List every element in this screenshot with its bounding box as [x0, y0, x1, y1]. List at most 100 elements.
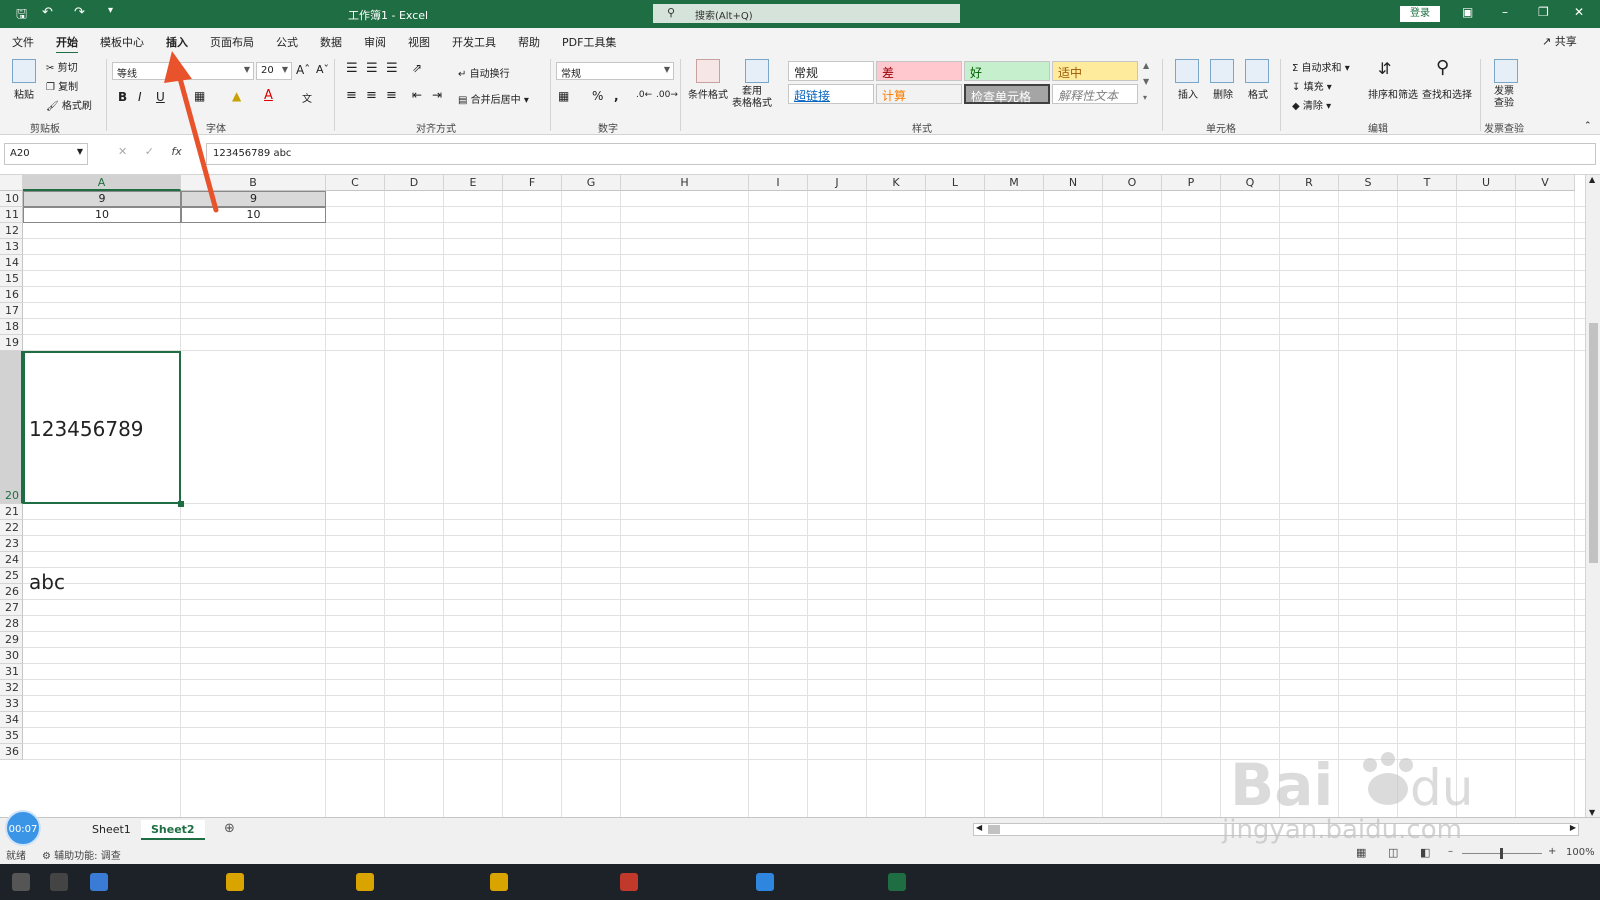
- tab-review[interactable]: 审阅: [364, 34, 386, 50]
- share-button[interactable]: ↗ 共享: [1542, 33, 1577, 49]
- column-header-h[interactable]: H: [621, 175, 749, 191]
- column-header-n[interactable]: N: [1044, 175, 1103, 191]
- minimize-icon[interactable]: –: [1502, 5, 1508, 19]
- column-header-r[interactable]: R: [1280, 175, 1339, 191]
- style-explanatory[interactable]: 解释性文本: [1052, 84, 1138, 104]
- scroll-down-icon[interactable]: ▼: [1143, 77, 1149, 86]
- autosum-button[interactable]: Σ 自动求和 ▾: [1292, 59, 1350, 74]
- column-header-q[interactable]: Q: [1221, 175, 1280, 191]
- folder-icon[interactable]: [490, 873, 508, 891]
- search-box[interactable]: ⚲ 搜索(Alt+Q): [653, 4, 960, 23]
- invoice-check-label[interactable]: 发票 查验: [1494, 86, 1514, 110]
- cancel-icon[interactable]: ✕: [118, 145, 127, 158]
- row-header-33[interactable]: 33: [0, 696, 23, 712]
- merge-center-button[interactable]: ▤ 合并后居中 ▾: [458, 91, 529, 106]
- row-header-30[interactable]: 30: [0, 648, 23, 664]
- row-header-22[interactable]: 22: [0, 520, 23, 536]
- sheet-tab-sheet2[interactable]: Sheet2: [141, 820, 205, 840]
- formula-input[interactable]: 123456789 abc: [206, 143, 1596, 165]
- column-header-l[interactable]: L: [926, 175, 985, 191]
- percent-icon[interactable]: %: [592, 89, 603, 103]
- row-header-12[interactable]: 12: [0, 223, 23, 239]
- align-top-icon[interactable]: ☰: [346, 61, 358, 76]
- tab-home[interactable]: 开始: [56, 34, 78, 54]
- tab-view[interactable]: 视图: [408, 34, 430, 50]
- scroll-down-arrow-icon[interactable]: ▼: [1589, 808, 1595, 817]
- excel-icon[interactable]: [888, 873, 906, 891]
- increase-decimal-icon[interactable]: .0←: [636, 90, 652, 100]
- row-header-36[interactable]: 36: [0, 744, 23, 760]
- sort-filter-icon[interactable]: ⇵: [1378, 59, 1391, 78]
- delete-cells-icon[interactable]: [1210, 59, 1234, 83]
- tab-developer[interactable]: 开发工具: [452, 34, 496, 50]
- folder-icon[interactable]: [226, 873, 244, 891]
- accounting-format-icon[interactable]: ▦: [558, 89, 569, 103]
- row-header-28[interactable]: 28: [0, 616, 23, 632]
- comma-style-icon[interactable]: ,: [614, 89, 619, 103]
- align-center-icon[interactable]: ≡: [366, 88, 377, 103]
- number-format-select[interactable]: 常规 ▼: [556, 62, 674, 80]
- enter-icon[interactable]: ✓: [145, 145, 154, 158]
- increase-indent-icon[interactable]: ⇥: [432, 88, 442, 102]
- column-header-g[interactable]: G: [562, 175, 621, 191]
- hscroll-thumb[interactable]: [988, 825, 1000, 834]
- undo-icon[interactable]: ↶: [42, 5, 53, 20]
- decrease-font-icon[interactable]: Aˇ: [316, 63, 329, 76]
- app-icon[interactable]: [90, 873, 108, 891]
- name-box[interactable]: A20 ▼: [4, 143, 88, 165]
- zoom-in-icon[interactable]: +: [1548, 846, 1556, 857]
- customize-quick-access-icon[interactable]: ▾: [108, 5, 113, 16]
- insert-cells-icon[interactable]: [1175, 59, 1199, 83]
- column-header-i[interactable]: I: [749, 175, 808, 191]
- table-format-icon[interactable]: [745, 59, 769, 83]
- sort-filter-label[interactable]: 排序和筛选: [1368, 86, 1418, 101]
- ribbon-display-icon[interactable]: ▣: [1462, 5, 1473, 19]
- orientation-icon[interactable]: ⇗: [412, 61, 422, 75]
- row-header-26[interactable]: 26: [0, 584, 23, 600]
- font-size-select[interactable]: 20 ▼: [256, 62, 292, 80]
- column-header-j[interactable]: J: [808, 175, 867, 191]
- restore-icon[interactable]: ❐: [1538, 5, 1549, 19]
- cell-value-a10[interactable]: 9: [23, 191, 181, 207]
- style-neutral[interactable]: 适中: [1052, 61, 1138, 81]
- tab-file[interactable]: 文件: [12, 34, 34, 50]
- row-header-17[interactable]: 17: [0, 303, 23, 319]
- login-button[interactable]: 登录: [1400, 6, 1440, 22]
- clear-button[interactable]: ◆ 清除 ▾: [1292, 97, 1331, 112]
- tab-template-center[interactable]: 模板中心: [100, 34, 144, 50]
- cell-value-a11[interactable]: 10: [23, 207, 181, 223]
- style-bad[interactable]: 差: [876, 61, 962, 81]
- paste-label[interactable]: 粘贴: [14, 86, 34, 101]
- tab-data[interactable]: 数据: [320, 34, 342, 50]
- start-icon[interactable]: [12, 873, 30, 891]
- spreadsheet-grid[interactable]: ABCDEFGHIJKLMNOPQRSTUV 10 11 12 13 14 15 16 17 1…: [0, 175, 1585, 817]
- conditional-format-label[interactable]: 条件格式: [688, 86, 728, 101]
- row-header-16[interactable]: 16: [0, 287, 23, 303]
- style-check-cell[interactable]: 检查单元格: [964, 84, 1050, 104]
- phonetic-icon[interactable]: 文: [302, 90, 312, 105]
- row-header-21[interactable]: 21: [0, 504, 23, 520]
- bold-icon[interactable]: B: [118, 90, 127, 104]
- italic-icon[interactable]: I: [138, 90, 142, 104]
- row-header-20[interactable]: 20: [0, 351, 23, 504]
- column-header-d[interactable]: D: [385, 175, 444, 191]
- accessibility-status[interactable]: ⚙ 辅助功能: 调查: [42, 847, 121, 862]
- style-calculation[interactable]: 计算: [876, 84, 962, 104]
- paste-icon[interactable]: [12, 59, 36, 83]
- column-header-c[interactable]: C: [326, 175, 385, 191]
- scroll-left-arrow-icon[interactable]: ◀: [976, 823, 982, 832]
- close-icon[interactable]: ✕: [1574, 5, 1584, 19]
- column-header-e[interactable]: E: [444, 175, 503, 191]
- tab-pdf-tools[interactable]: PDF工具集: [562, 34, 616, 50]
- fill-button[interactable]: ↧ 填充 ▾: [1292, 78, 1332, 93]
- row-header-24[interactable]: 24: [0, 552, 23, 568]
- column-header-o[interactable]: O: [1103, 175, 1162, 191]
- align-bottom-icon[interactable]: ☰: [386, 61, 398, 76]
- format-cells-label[interactable]: 格式: [1248, 86, 1268, 101]
- sheet-tab-sheet1[interactable]: Sheet1: [82, 820, 141, 840]
- column-header-v[interactable]: V: [1516, 175, 1575, 191]
- zoom-level[interactable]: 100%: [1566, 847, 1595, 858]
- decrease-decimal-icon[interactable]: .00→: [656, 90, 678, 100]
- decrease-indent-icon[interactable]: ⇤: [412, 88, 422, 102]
- column-header-f[interactable]: F: [503, 175, 562, 191]
